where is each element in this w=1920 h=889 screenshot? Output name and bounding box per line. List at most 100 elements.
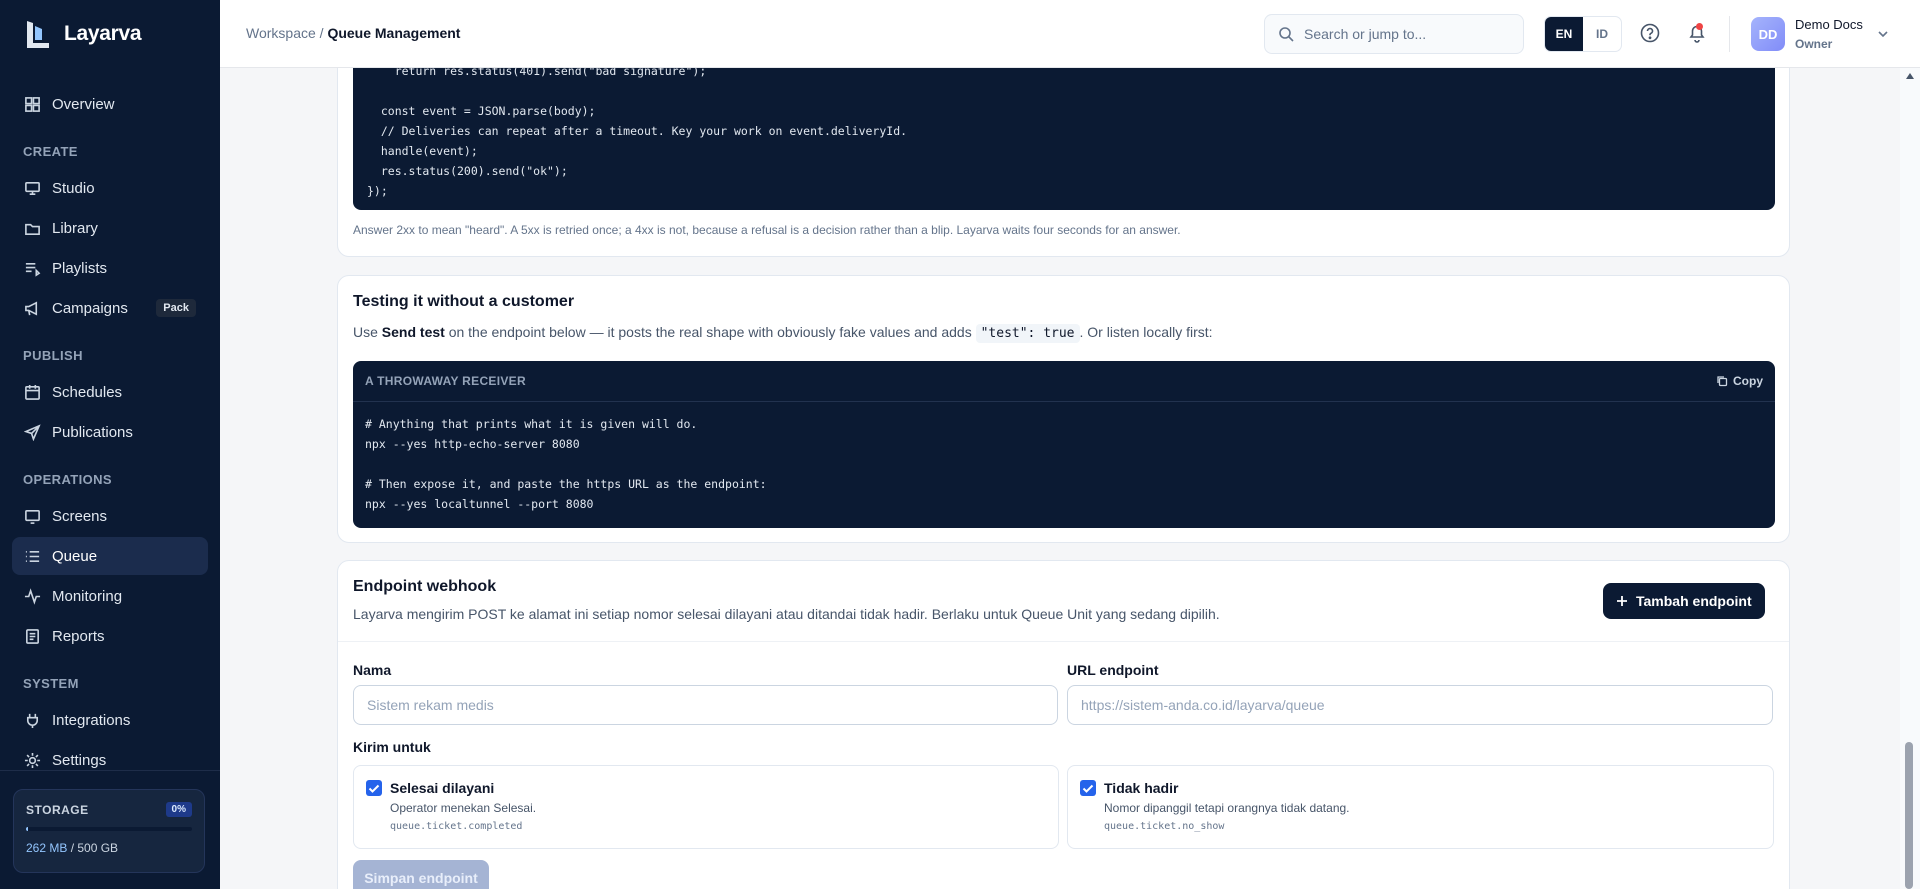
copy-button[interactable]: Copy xyxy=(1716,371,1763,391)
url-input[interactable]: https://sistem-anda.co.id/layarva/queue xyxy=(1067,685,1773,725)
breadcrumb-current: Queue Management xyxy=(327,25,461,41)
lang-id-button[interactable]: ID xyxy=(1583,17,1621,51)
sidebar-item-schedules[interactable]: Schedules xyxy=(12,373,208,411)
storage-label: STORAGE xyxy=(26,802,89,817)
receiver-code-block: A THROWAWAY RECEIVER Copy # Anything tha… xyxy=(353,361,1775,528)
sidebar-item-studio[interactable]: Studio xyxy=(12,169,208,207)
queue-icon xyxy=(25,550,40,562)
webhook-title: Endpoint webhook xyxy=(353,578,497,595)
sidebar-item-label: Screens xyxy=(52,507,108,525)
storage-progress-bar xyxy=(26,827,192,831)
check-icon xyxy=(368,784,380,793)
checkbox-completed[interactable] xyxy=(366,780,382,796)
sidebar-item-settings[interactable]: Settings xyxy=(12,741,208,779)
search-icon xyxy=(1279,27,1294,42)
search-placeholder: Search or jump to... xyxy=(1304,26,1427,42)
option-desc: Nomor dipanggil tetapi orangnya tidak da… xyxy=(1104,801,1350,815)
option-no-show[interactable]: Tidak hadir Nomor dipanggil tetapi orang… xyxy=(1067,765,1774,849)
testing-description: Use Send test on the endpoint below — it… xyxy=(353,324,1213,343)
breadcrumb-root[interactable]: Workspace / xyxy=(246,25,324,41)
list-icon xyxy=(25,262,41,277)
grid-icon xyxy=(25,96,40,112)
sidebar-item-screens[interactable]: Screens xyxy=(12,497,208,535)
gear-icon xyxy=(24,752,41,768)
sidebar-item-queue[interactable]: Queue xyxy=(12,537,208,575)
option-event-code: queue.ticket.completed xyxy=(390,821,523,832)
sidebar-item-playlists[interactable]: Playlists xyxy=(12,249,208,287)
sidebar-item-integrations[interactable]: Integrations xyxy=(12,701,208,739)
add-endpoint-button[interactable]: Tambah endpoint xyxy=(1603,583,1765,619)
option-title: Tidak hadir xyxy=(1104,780,1179,796)
section-system: SYSTEM xyxy=(23,676,79,691)
webhook-card: Endpoint webhook Layarva mengirim POST k… xyxy=(337,560,1790,889)
sidebar-item-label: Campaigns xyxy=(52,299,128,317)
scrollbar[interactable] xyxy=(1900,68,1920,889)
copy-label: Copy xyxy=(1733,374,1763,388)
user-name[interactable]: Demo Docs xyxy=(1795,17,1863,32)
copy-icon xyxy=(1717,376,1728,387)
scrollbar-thumb[interactable] xyxy=(1905,742,1913,889)
url-placeholder: https://sistem-anda.co.id/layarva/queue xyxy=(1081,697,1325,713)
help-icon[interactable] xyxy=(1639,22,1661,44)
language-switch: EN ID xyxy=(1544,16,1622,52)
response-note: Answer 2xx to mean "heard". A 5xx is ret… xyxy=(353,223,1181,237)
testing-text: Use xyxy=(353,324,382,340)
code-example-card: return res.status(401).send("bad signatu… xyxy=(337,68,1790,257)
sidebar-item-label: Reports xyxy=(52,627,105,645)
sidebar-item-campaigns[interactable]: Campaigns Pack xyxy=(12,289,208,327)
sidebar-item-label: Monitoring xyxy=(52,587,123,605)
lang-en-button[interactable]: EN xyxy=(1545,17,1583,51)
option-completed[interactable]: Selesai dilayani Operator menekan Selesa… xyxy=(353,765,1059,849)
avatar[interactable]: DD xyxy=(1751,17,1785,51)
plus-icon xyxy=(1617,596,1627,606)
sidebar-item-label: Schedules xyxy=(52,383,123,401)
code-block-label: A THROWAWAY RECEIVER xyxy=(365,374,526,388)
sidebar-item-publications[interactable]: Publications xyxy=(12,413,208,451)
topbar-divider xyxy=(1729,16,1730,52)
testing-title: Testing it without a customer xyxy=(353,293,575,310)
topbar: Workspace / Queue Management Search or j… xyxy=(220,0,1920,68)
sidebar-item-label: Studio xyxy=(52,179,95,197)
scroll-up-arrow-icon[interactable] xyxy=(1905,72,1915,80)
chevron-down-icon[interactable] xyxy=(1876,27,1890,41)
code-line: handle(event); xyxy=(367,144,478,158)
breadcrumb: Workspace / Queue Management xyxy=(246,25,460,41)
storage-usage-text: 262 MB / 500 GB xyxy=(26,841,192,855)
testing-text: on the endpoint below — it posts the rea… xyxy=(444,324,976,340)
save-endpoint-button[interactable]: Simpan endpoint xyxy=(353,860,489,889)
inline-code: "test": true xyxy=(975,324,1080,343)
storage-widget: STORAGE 0% 262 MB / 500 GB xyxy=(13,789,205,873)
code-line: }); xyxy=(367,184,388,198)
sidebar-item-reports[interactable]: Reports xyxy=(12,617,208,655)
notification-dot xyxy=(1696,23,1703,30)
sidebar-item-overview[interactable]: Overview xyxy=(12,85,208,123)
check-icon xyxy=(1082,784,1094,793)
storage-progress-fill xyxy=(26,827,28,831)
webhook-description: Layarva mengirim POST ke alamat ini seti… xyxy=(353,606,1220,622)
name-label: Nama xyxy=(353,662,392,678)
add-endpoint-label: Tambah endpoint xyxy=(1636,593,1752,609)
checkbox-no-show[interactable] xyxy=(1080,780,1096,796)
send-for-label: Kirim untuk xyxy=(353,739,431,755)
brand[interactable]: Layarva xyxy=(22,18,142,50)
option-event-code: queue.ticket.no_show xyxy=(1104,821,1225,832)
code-block-header: A THROWAWAY RECEIVER Copy xyxy=(353,361,1775,402)
user-role: Owner xyxy=(1795,37,1833,51)
option-desc: Operator menekan Selesai. xyxy=(390,801,537,815)
storage-percent-badge: 0% xyxy=(165,802,192,817)
name-input[interactable]: Sistem rekam medis xyxy=(353,685,1058,725)
code-line: npx --yes localtunnel --port 8080 xyxy=(365,497,594,511)
sidebar-item-library[interactable]: Library xyxy=(12,209,208,247)
report-icon xyxy=(26,628,39,644)
code-line: return res.status(401).send("bad signatu… xyxy=(367,68,707,78)
sidebar-item-monitoring[interactable]: Monitoring xyxy=(12,577,208,615)
sidebar-item-label: Integrations xyxy=(52,711,131,729)
code-line: res.status(200).send("ok"); xyxy=(367,164,568,178)
folder-icon xyxy=(25,223,40,235)
monitor-icon xyxy=(25,181,40,195)
url-label: URL endpoint xyxy=(1067,662,1159,678)
search-input[interactable]: Search or jump to... xyxy=(1264,14,1524,54)
section-publish: PUBLISH xyxy=(23,348,83,363)
brand-name: Layarva xyxy=(64,22,142,45)
